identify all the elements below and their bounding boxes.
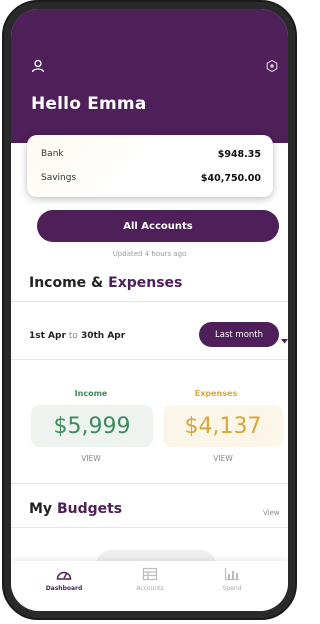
- range-to-word: to: [68, 331, 78, 341]
- tab-spend[interactable]: Spend: [197, 567, 267, 592]
- date-range[interactable]: 1st Apr to 30th Apr: [29, 331, 125, 341]
- divider: [11, 483, 288, 484]
- title-part: My: [29, 501, 53, 517]
- tab-dashboard[interactable]: Dashboard: [29, 567, 99, 592]
- tab-bar: Dashboard Accounts Spend: [11, 561, 288, 611]
- title-part: Income &: [29, 275, 104, 291]
- income-expenses-title: Income & Expenses: [29, 275, 182, 291]
- account-name: Bank: [41, 149, 64, 159]
- budgets-title: My Budgets: [29, 501, 122, 517]
- tab-label: Spend: [222, 585, 242, 592]
- expenses-view-link[interactable]: VIEW: [193, 454, 253, 463]
- user-icon[interactable]: [29, 57, 47, 75]
- income-view-link[interactable]: VIEW: [61, 454, 121, 463]
- range-from: 1st Apr: [29, 331, 66, 341]
- chart-icon: [224, 568, 239, 581]
- range-to: 30th Apr: [80, 331, 126, 341]
- title-accent: Expenses: [108, 275, 183, 291]
- period-button[interactable]: Last month: [199, 322, 279, 347]
- chevron-down-icon[interactable]: [281, 329, 288, 348]
- accounts-icon: [142, 567, 158, 581]
- all-accounts-button[interactable]: All Accounts: [37, 210, 279, 242]
- tab-accounts[interactable]: Accounts: [115, 567, 185, 592]
- account-amount: $40,750.00: [200, 173, 261, 184]
- divider: [11, 359, 288, 360]
- account-row-bank[interactable]: Bank $948.35: [41, 149, 261, 160]
- greeting: Hello Emma: [31, 94, 147, 114]
- dashboard-icon: [56, 571, 72, 580]
- header: Hello Emma: [11, 9, 288, 143]
- title-accent: Budgets: [56, 501, 123, 517]
- accounts-card[interactable]: Bank $948.35 Savings $40,750.00: [27, 135, 273, 197]
- account-amount: $948.35: [217, 149, 261, 160]
- account-row-savings[interactable]: Savings $40,750.00: [41, 173, 261, 184]
- updated-text: Updated 4 hours ago: [112, 250, 187, 258]
- app-screen: Hello Emma Bank $948.35 Savings $40,750.…: [11, 9, 288, 611]
- tab-label: Dashboard: [45, 585, 83, 592]
- income-label: Income: [74, 389, 108, 398]
- divider: [11, 527, 288, 528]
- tab-label: Accounts: [136, 585, 164, 592]
- phone-device: Hello Emma Bank $948.35 Savings $40,750.…: [2, 0, 299, 624]
- expenses-value[interactable]: $4,137: [163, 405, 283, 447]
- budgets-view-link[interactable]: View: [263, 509, 280, 517]
- expenses-label: Expenses: [194, 389, 238, 398]
- income-value[interactable]: $5,999: [31, 405, 153, 447]
- divider: [11, 301, 288, 302]
- gear-icon[interactable]: [263, 57, 281, 75]
- account-name: Savings: [41, 173, 77, 183]
